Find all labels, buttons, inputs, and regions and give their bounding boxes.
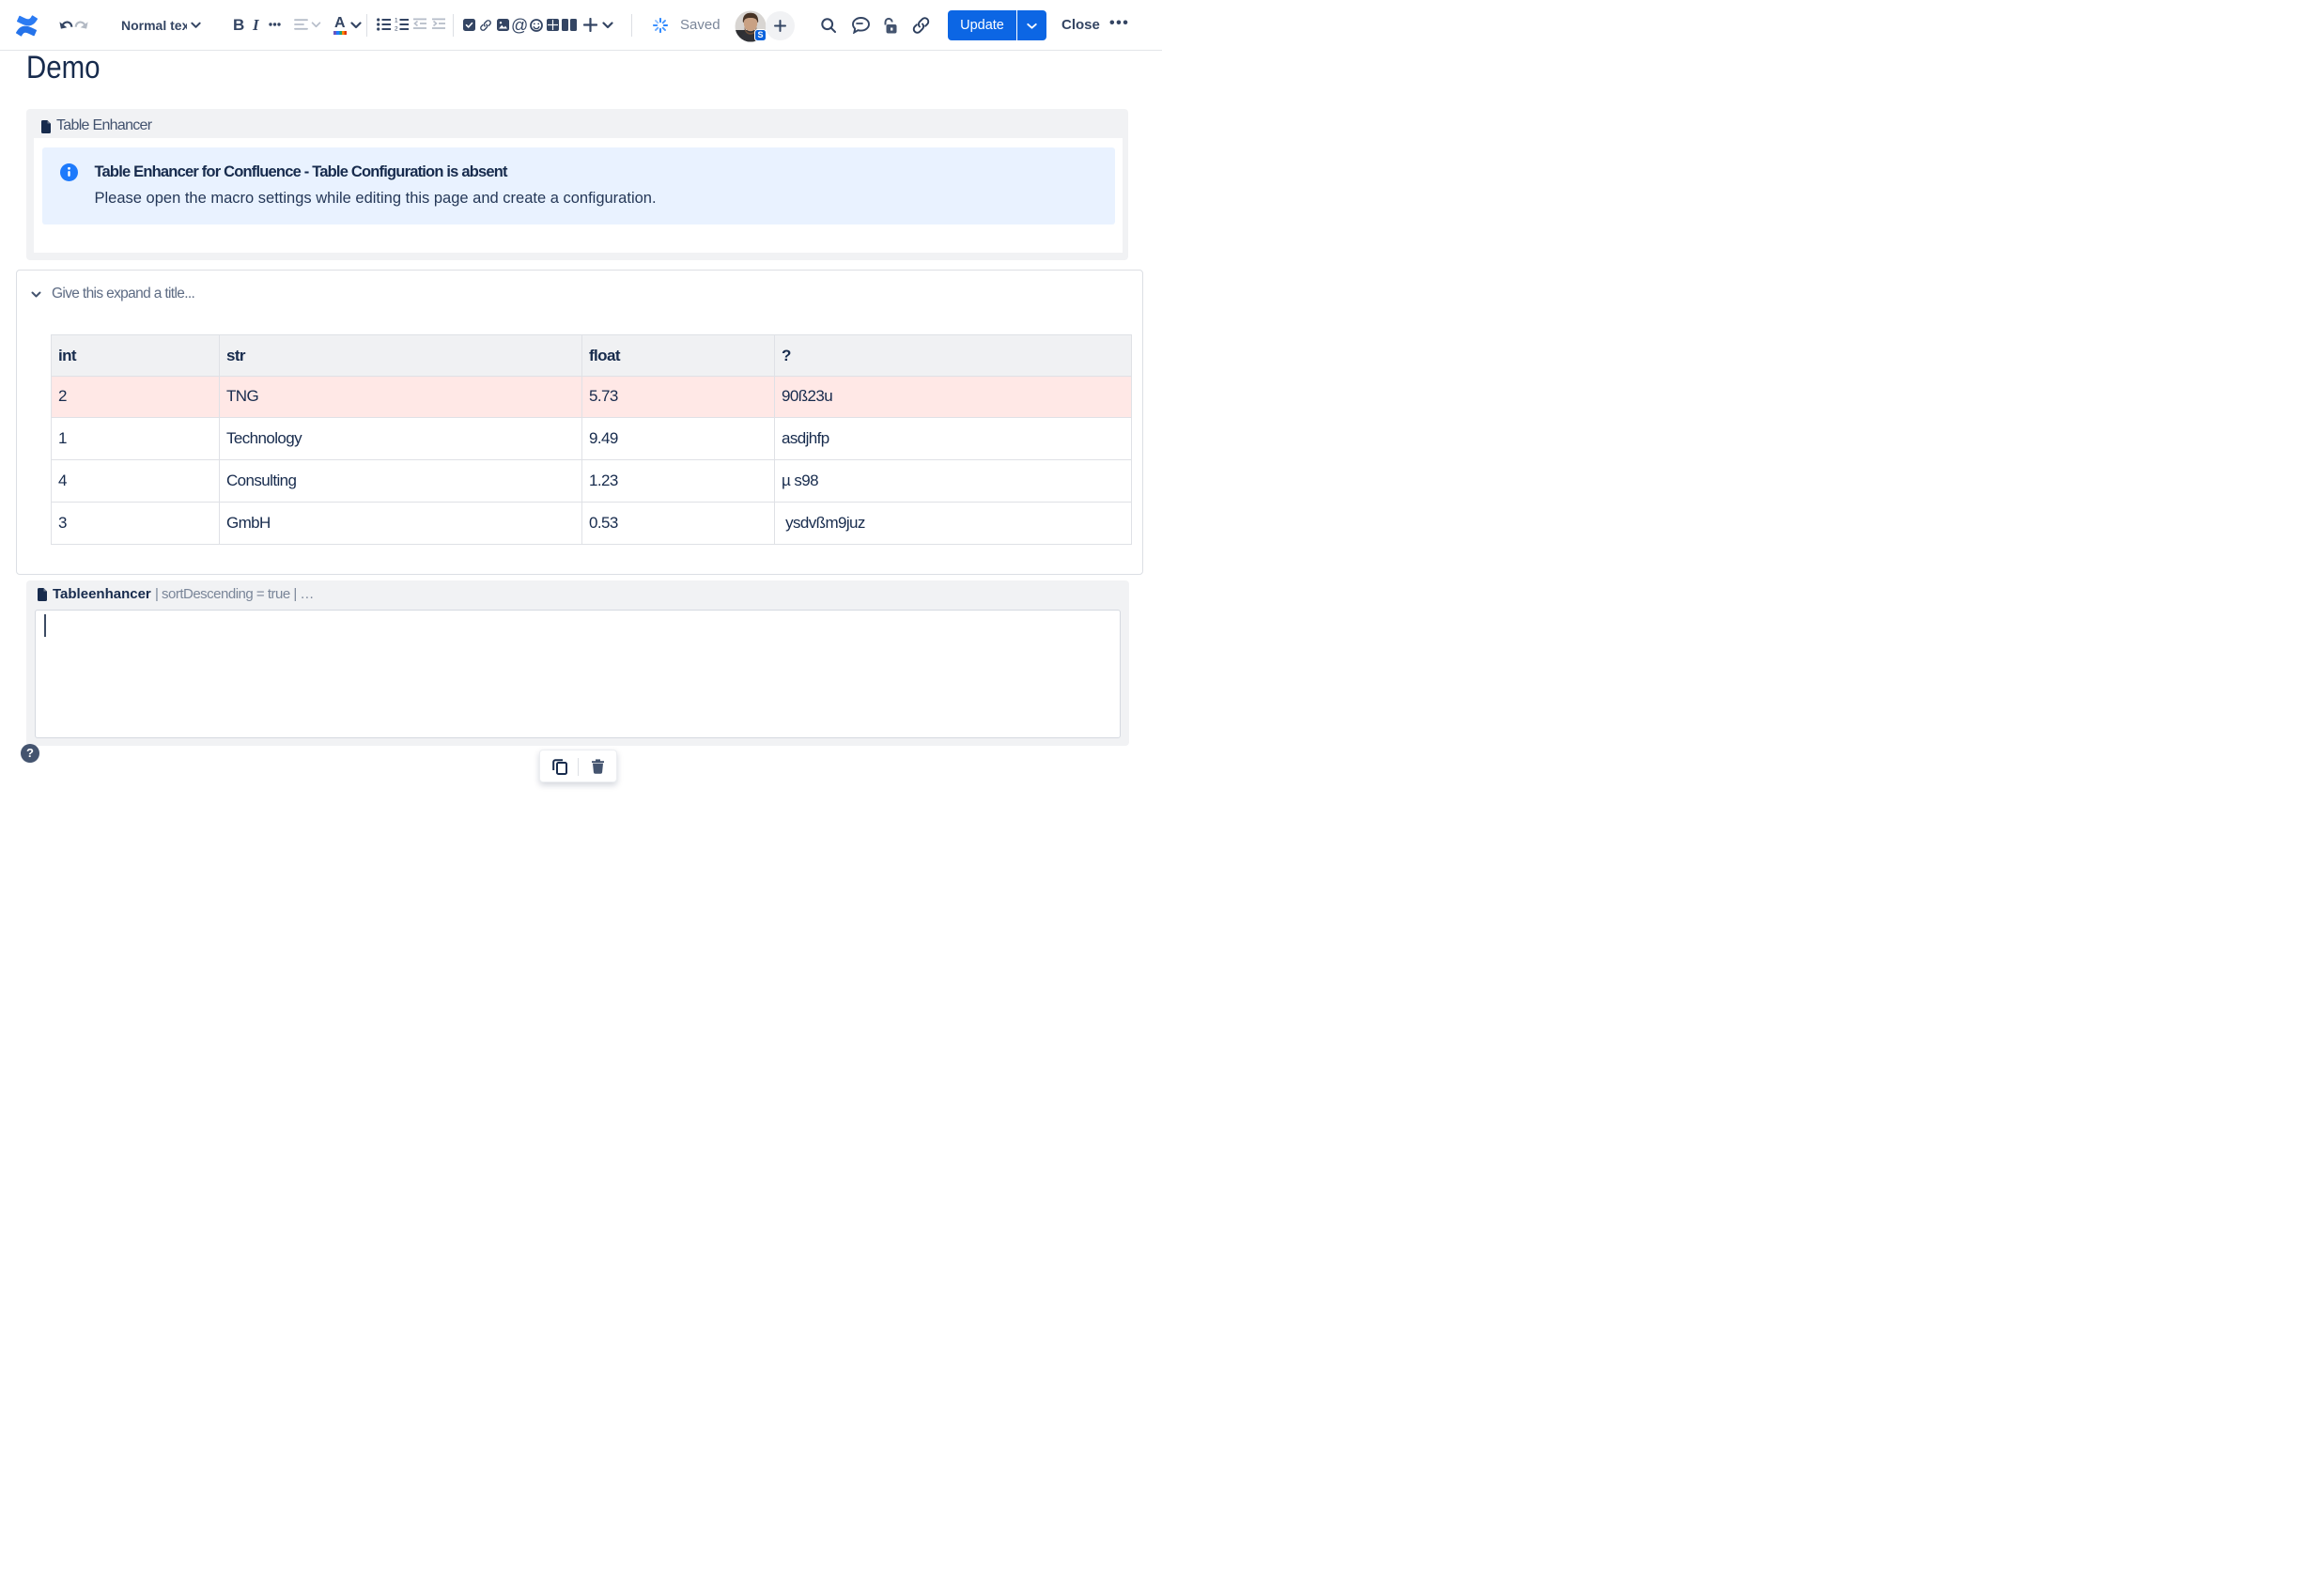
svg-text:2: 2 (395, 26, 398, 32)
svg-text:1: 1 (395, 18, 398, 24)
